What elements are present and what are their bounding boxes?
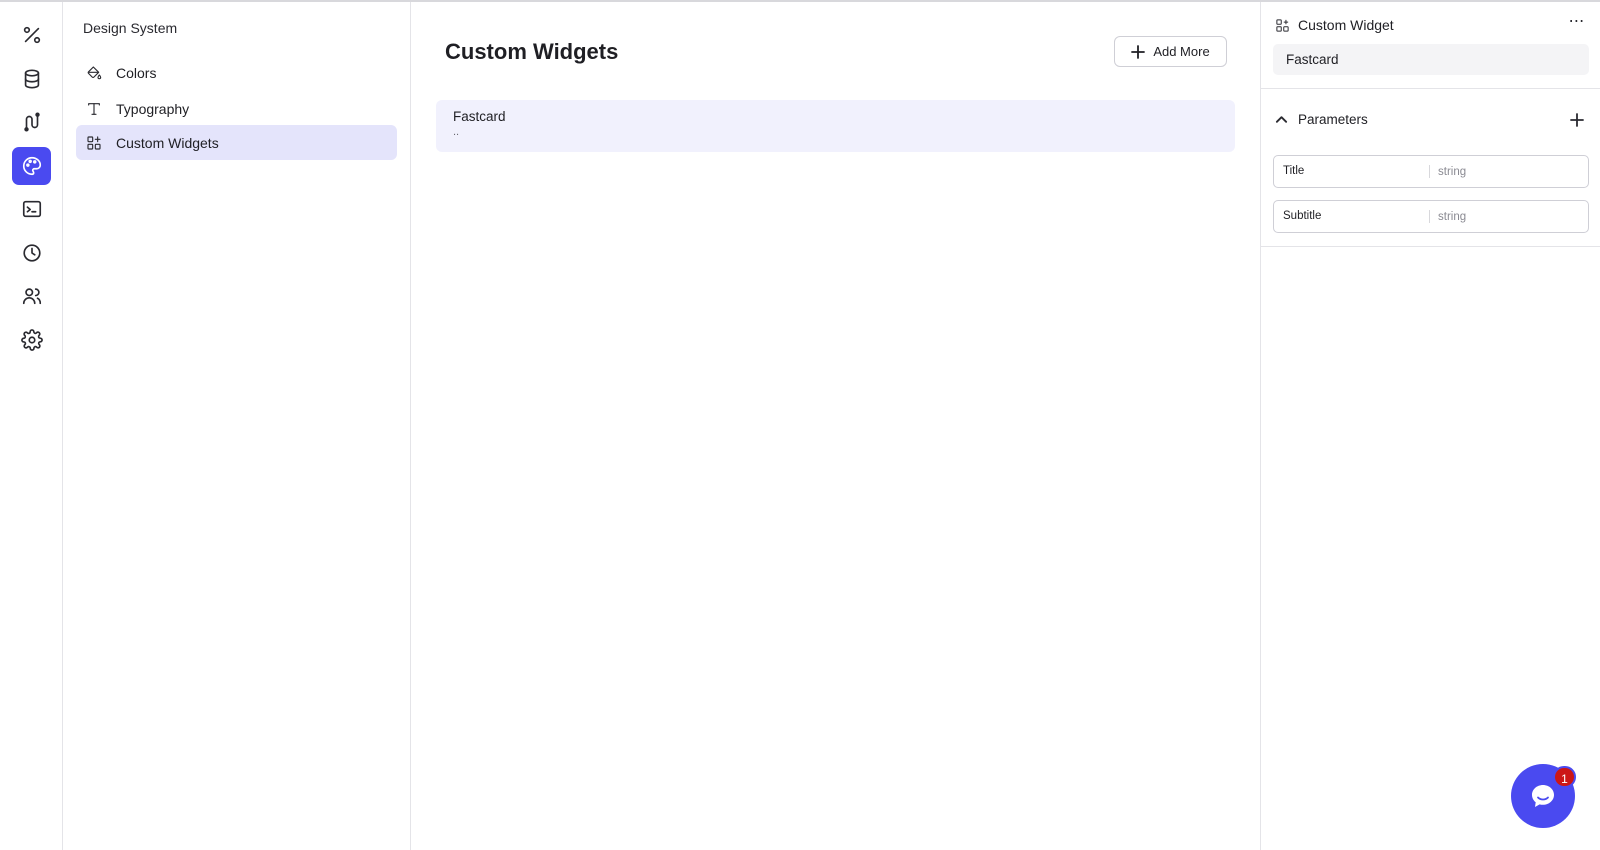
nav-history-button[interactable] [12,234,51,272]
workflow-icon [23,112,40,132]
palette-icon [22,156,41,176]
nav-database-button[interactable] [12,60,51,98]
terminal-icon [22,200,41,218]
nav-workflow-button[interactable] [12,103,51,141]
divider [1261,246,1600,247]
parameters-label: Parameters [1298,112,1368,127]
parameter-name[interactable]: Subtitle [1274,210,1430,223]
divider [1261,88,1600,89]
parameter-row[interactable]: Subtitle string [1273,200,1589,233]
gear-icon [20,329,43,351]
paint-bucket-icon [86,65,102,81]
more-options-icon[interactable]: ⋯ [1567,14,1587,34]
sidebar-item-custom-widgets[interactable]: Custom Widgets [76,125,397,160]
add-parameter-button[interactable] [1570,113,1586,129]
nav-design-system-button[interactable] [12,147,51,185]
plus-icon [1570,113,1584,127]
chevron-up-icon [1275,116,1288,123]
widget-description: .. [453,126,460,138]
sidebar-title: Design System [83,20,178,36]
users-icon [22,288,41,305]
parameter-type[interactable]: string [1430,211,1466,223]
widget-card[interactable]: Fastcard .. [436,100,1235,152]
parameters-toggle[interactable]: Parameters [1275,112,1368,127]
nav-settings-button[interactable] [12,321,51,359]
inspector-title: Custom Widget [1298,17,1394,33]
sidebar-item-typography[interactable]: Typography [76,91,397,126]
parameter-name[interactable]: Title [1274,165,1430,178]
nav-terminal-button[interactable] [12,190,51,228]
nav-percent-button[interactable] [12,16,51,54]
nav-rail [0,2,63,850]
inspector-panel: Custom Widget ⋯ Fastcard Parameters Titl… [1260,2,1600,850]
widgets-icon [1276,18,1289,32]
notification-badge: 1 [1553,766,1576,788]
add-more-button[interactable]: Add More [1114,36,1227,67]
sidebar-item-label: Custom Widgets [116,134,219,151]
database-icon [24,69,39,89]
nav-users-button[interactable] [12,277,51,315]
parameter-type[interactable]: string [1430,166,1466,178]
text-icon [86,101,102,117]
parameter-row[interactable]: Title string [1273,155,1589,188]
inspector-header: Custom Widget [1275,16,1585,34]
design-system-sidebar: Design System Colors Typography Custom W… [63,2,411,850]
widgets-icon [86,135,102,151]
widget-name-field[interactable]: Fastcard [1273,44,1589,75]
sidebar-item-label: Typography [116,100,190,117]
main-content: Custom Widgets Add More Fastcard .. [411,2,1261,850]
sidebar-item-label: Colors [116,64,157,81]
percent-icon [23,26,40,44]
widget-name: Fastcard [453,109,506,124]
page-title: Custom Widgets [445,39,619,64]
add-more-label: Add More [1153,44,1210,59]
sidebar-item-colors[interactable]: Colors [76,55,397,90]
plus-icon [1131,44,1146,59]
clock-icon [22,244,41,262]
chat-bubble-icon [1532,785,1554,807]
